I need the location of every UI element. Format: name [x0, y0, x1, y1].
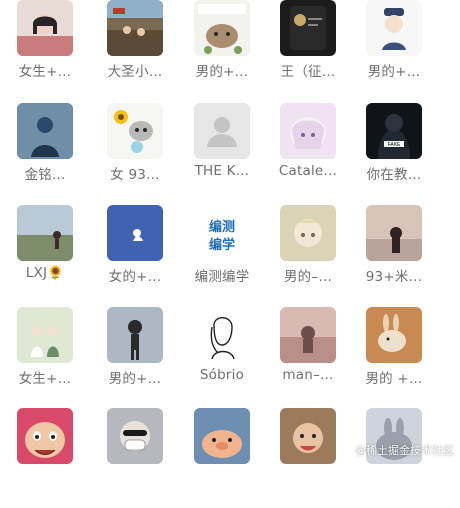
contact-cell[interactable]: 女生+…: [5, 0, 85, 100]
contact-name: 女生+…: [18, 64, 72, 80]
contact-cell[interactable]: FAKE 你在教…: [354, 103, 434, 203]
default-person-avatar[interactable]: [194, 103, 250, 159]
blue-figure-avatar[interactable]: [17, 103, 73, 159]
wedding-illust-avatar[interactable]: [17, 307, 73, 363]
contact-cell[interactable]: THE K…: [182, 103, 262, 203]
contact-name: 女的+…: [108, 269, 162, 285]
contact-cell[interactable]: 大圣小…: [95, 0, 175, 100]
pink-mood-avatar[interactable]: [280, 307, 336, 363]
sunset-girl-avatar[interactable]: [366, 205, 422, 261]
contact-cell[interactable]: 女的+…: [95, 205, 175, 305]
landscape-girl-avatar[interactable]: [17, 205, 73, 261]
contact-cell[interactable]: 男的+…: [354, 0, 434, 100]
contact-cell[interactable]: 女生+…: [5, 307, 85, 407]
blue-card-avatar[interactable]: [107, 205, 163, 261]
contact-cell[interactable]: Catale…: [268, 103, 348, 203]
contact-cell[interactable]: 王（征…: [268, 0, 348, 100]
contact-name: 93+米…: [365, 269, 423, 285]
contact-name: 男的+…: [108, 371, 162, 387]
contact-cell[interactable]: [268, 408, 348, 508]
contact-name: 男的+…: [195, 64, 249, 80]
anime-girl-avatar[interactable]: [280, 103, 336, 159]
svg-text:FAKE: FAKE: [388, 142, 401, 148]
contact-cell[interactable]: 编测 编学 编测编学: [182, 205, 262, 305]
cartoon-boy-avatar[interactable]: [366, 0, 422, 56]
fake-hoodie-avatar[interactable]: FAKE: [366, 103, 422, 159]
contact-name: 男的–…: [283, 269, 333, 285]
contact-cell[interactable]: 男的+…: [182, 0, 262, 100]
contact-cell[interactable]: 金铭…: [5, 103, 85, 203]
street-photo-avatar[interactable]: [107, 0, 163, 56]
anime-boy-avatar[interactable]: [280, 205, 336, 261]
text-logo-avatar[interactable]: 编测 编学: [194, 205, 250, 261]
contact-name: 金铭…: [24, 167, 66, 183]
contact-cell[interactable]: [95, 408, 175, 508]
girl-photo-avatar[interactable]: [17, 0, 73, 56]
funny-face-avatar[interactable]: [17, 408, 73, 464]
contact-cell[interactable]: [182, 408, 262, 508]
contact-cell[interactable]: [354, 408, 434, 508]
contact-cell[interactable]: LXJ🌻: [5, 205, 85, 305]
cat-sunflower-avatar[interactable]: [107, 103, 163, 159]
contact-cell[interactable]: 女 93…: [95, 103, 175, 203]
contact-name: LXJ🌻: [25, 265, 65, 281]
masked-man-avatar[interactable]: [107, 408, 163, 464]
cartoon-pig-avatar[interactable]: [194, 408, 250, 464]
cartoon-bear-avatar[interactable]: [194, 0, 250, 56]
contact-cell[interactable]: Sóbrio: [182, 307, 262, 407]
line-drawing-girl-avatar[interactable]: [194, 307, 250, 363]
contact-name: 王（征…: [280, 64, 336, 80]
contact-name: Sóbrio: [199, 367, 245, 383]
contact-name: 女 93…: [110, 167, 160, 183]
contact-name: man–…: [282, 367, 334, 383]
svg-text:编学: 编学: [209, 237, 235, 253]
contact-name: 男的+…: [367, 64, 421, 80]
contact-cell[interactable]: 男的+…: [95, 307, 175, 407]
sketch-boy-avatar[interactable]: [107, 307, 163, 363]
contact-cell[interactable]: [5, 408, 85, 508]
contact-cell[interactable]: man–…: [268, 307, 348, 407]
contact-name: 编测编学: [194, 269, 250, 285]
rabbit-autumn-avatar[interactable]: [366, 307, 422, 363]
contact-name: 男的 +…: [365, 371, 423, 387]
contact-cell[interactable]: 93+米…: [354, 205, 434, 305]
contact-cell[interactable]: 男的 +…: [354, 307, 434, 407]
svg-text:编测: 编测: [209, 219, 235, 235]
contact-cell[interactable]: 男的–…: [268, 205, 348, 305]
contact-name: Catale…: [278, 163, 338, 179]
contact-name: 女生+…: [18, 371, 72, 387]
contact-name: THE K…: [194, 163, 250, 179]
contact-name: 你在教…: [366, 167, 422, 183]
baby-photo-avatar[interactable]: [280, 408, 336, 464]
watermark: @稀土掘金技术社区: [355, 444, 454, 457]
contact-name: 大圣小…: [107, 64, 163, 80]
dark-phone-avatar[interactable]: [280, 0, 336, 56]
